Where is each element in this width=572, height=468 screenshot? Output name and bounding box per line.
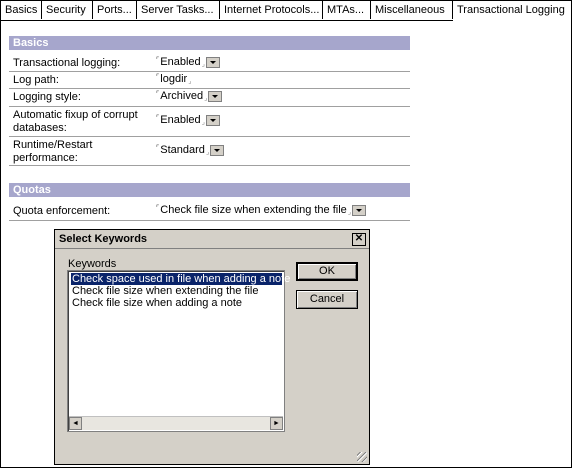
scroll-right-icon[interactable]: ► [270, 417, 283, 430]
field-marker-icon: ⌜ [156, 74, 160, 81]
automatic-fixup-field[interactable]: ⌜Enabled⌟ [156, 114, 220, 126]
row-automatic-fixup: Automatic fixup of corrupt databases: ⌜E… [9, 107, 410, 137]
tab-internet-protocols[interactable]: Internet Protocols... [220, 1, 323, 19]
tab-miscellaneous[interactable]: Miscellaneous [371, 1, 453, 19]
tab-server-tasks[interactable]: Server Tasks... [137, 1, 220, 19]
field-value: Standard [160, 144, 205, 156]
ok-button[interactable]: OK [296, 262, 358, 281]
tab-mtas[interactable]: MTAs... [323, 1, 371, 19]
quota-enforcement-field[interactable]: ⌜Check file size when extending the file… [156, 204, 367, 216]
tab-strip: Basics Security Ports... Server Tasks...… [1, 1, 571, 21]
tab-ports[interactable]: Ports... [93, 1, 137, 19]
select-keywords-dialog: Select Keywords ✕ Keywords Check space u… [54, 229, 370, 465]
row-transactional-logging: Transactional logging: ⌜Enabled⌟ [9, 54, 410, 72]
dropdown-arrow-icon[interactable] [205, 56, 220, 68]
properties-window: Basics Security Ports... Server Tasks...… [0, 0, 572, 468]
field-value: Archived [160, 90, 204, 102]
resize-grip-icon[interactable] [357, 452, 367, 462]
list-item[interactable]: Check file size when extending the file [71, 285, 282, 297]
keywords-listbox[interactable]: Check space used in file when adding a n… [67, 270, 290, 432]
row-log-path: Log path: ⌜logdir⌟ [9, 72, 410, 89]
field-label: Automatic fixup of corrupt databases: [13, 109, 138, 135]
field-label-line: Automatic fixup of corrupt [13, 109, 138, 121]
cancel-button[interactable]: Cancel [296, 290, 358, 309]
tab-transactional-logging[interactable]: Transactional Logging [453, 1, 571, 21]
row-logging-style: Logging style: ⌜Archived⌟ [9, 89, 410, 107]
field-corner-icon: ⌟ [188, 78, 192, 85]
field-marker-icon: ⌜ [156, 115, 160, 122]
field-marker-icon: ⌜ [156, 205, 160, 212]
dropdown-arrow-icon[interactable] [205, 114, 220, 126]
field-label-line: Runtime/Restart [13, 139, 93, 151]
transactional-logging-field[interactable]: ⌜Enabled⌟ [156, 56, 220, 68]
field-corner-icon: ⌟ [204, 95, 208, 102]
row-quota-enforcement: Quota enforcement: ⌜Check file size when… [9, 202, 410, 221]
field-marker-icon: ⌜ [156, 91, 160, 98]
section-header-basics: Basics [9, 36, 410, 50]
field-value: Check file size when extending the file [160, 204, 347, 216]
dialog-titlebar[interactable]: Select Keywords ✕ [55, 230, 369, 249]
horizontal-scrollbar[interactable]: ◄ ► [69, 416, 283, 430]
field-label: Runtime/Restart performance: [13, 139, 92, 165]
field-label: Log path: [13, 74, 59, 86]
row-runtime-restart: Runtime/Restart performance: ⌜Standard⌟ [9, 137, 410, 166]
runtime-restart-field[interactable]: ⌜Standard⌟ [156, 144, 225, 156]
scroll-left-icon[interactable]: ◄ [69, 417, 82, 430]
field-corner-icon: ⌟ [201, 61, 205, 68]
field-value: logdir [160, 73, 188, 85]
field-label: Logging style: [13, 91, 81, 103]
field-corner-icon: ⌟ [201, 119, 205, 126]
list-item[interactable]: Check file size when adding a note [71, 297, 282, 309]
field-marker-icon: ⌜ [156, 145, 160, 152]
field-label: Transactional logging: [13, 57, 121, 69]
dropdown-arrow-icon[interactable] [352, 204, 367, 216]
field-value: Enabled [160, 56, 201, 68]
section-header-quotas: Quotas [9, 183, 410, 197]
field-marker-icon: ⌜ [156, 57, 160, 64]
field-corner-icon: ⌟ [347, 209, 352, 216]
field-corner-icon: ⌟ [205, 149, 210, 156]
field-label: Quota enforcement: [13, 205, 111, 217]
tab-security[interactable]: Security [42, 1, 93, 19]
log-path-field[interactable]: ⌜logdir⌟ [156, 73, 191, 85]
field-label-line: databases: [13, 122, 67, 134]
dialog-title: Select Keywords [59, 233, 148, 245]
field-value: Enabled [160, 114, 201, 126]
keywords-label: Keywords [68, 258, 117, 270]
dropdown-arrow-icon[interactable] [208, 90, 223, 102]
logging-style-field[interactable]: ⌜Archived⌟ [156, 90, 223, 102]
dropdown-arrow-icon[interactable] [210, 144, 225, 156]
list-item[interactable]: Check space used in file when adding a n… [71, 273, 290, 285]
tab-basics[interactable]: Basics [1, 1, 42, 19]
field-label-line: performance: [13, 152, 78, 164]
close-icon[interactable]: ✕ [352, 233, 366, 246]
